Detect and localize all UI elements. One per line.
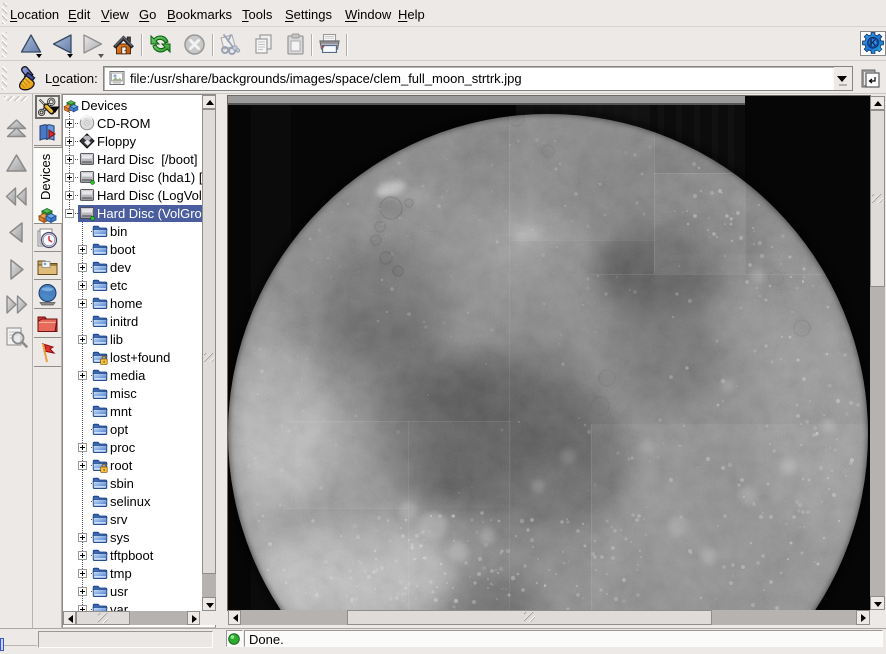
svg-text:K: K [870,38,877,48]
